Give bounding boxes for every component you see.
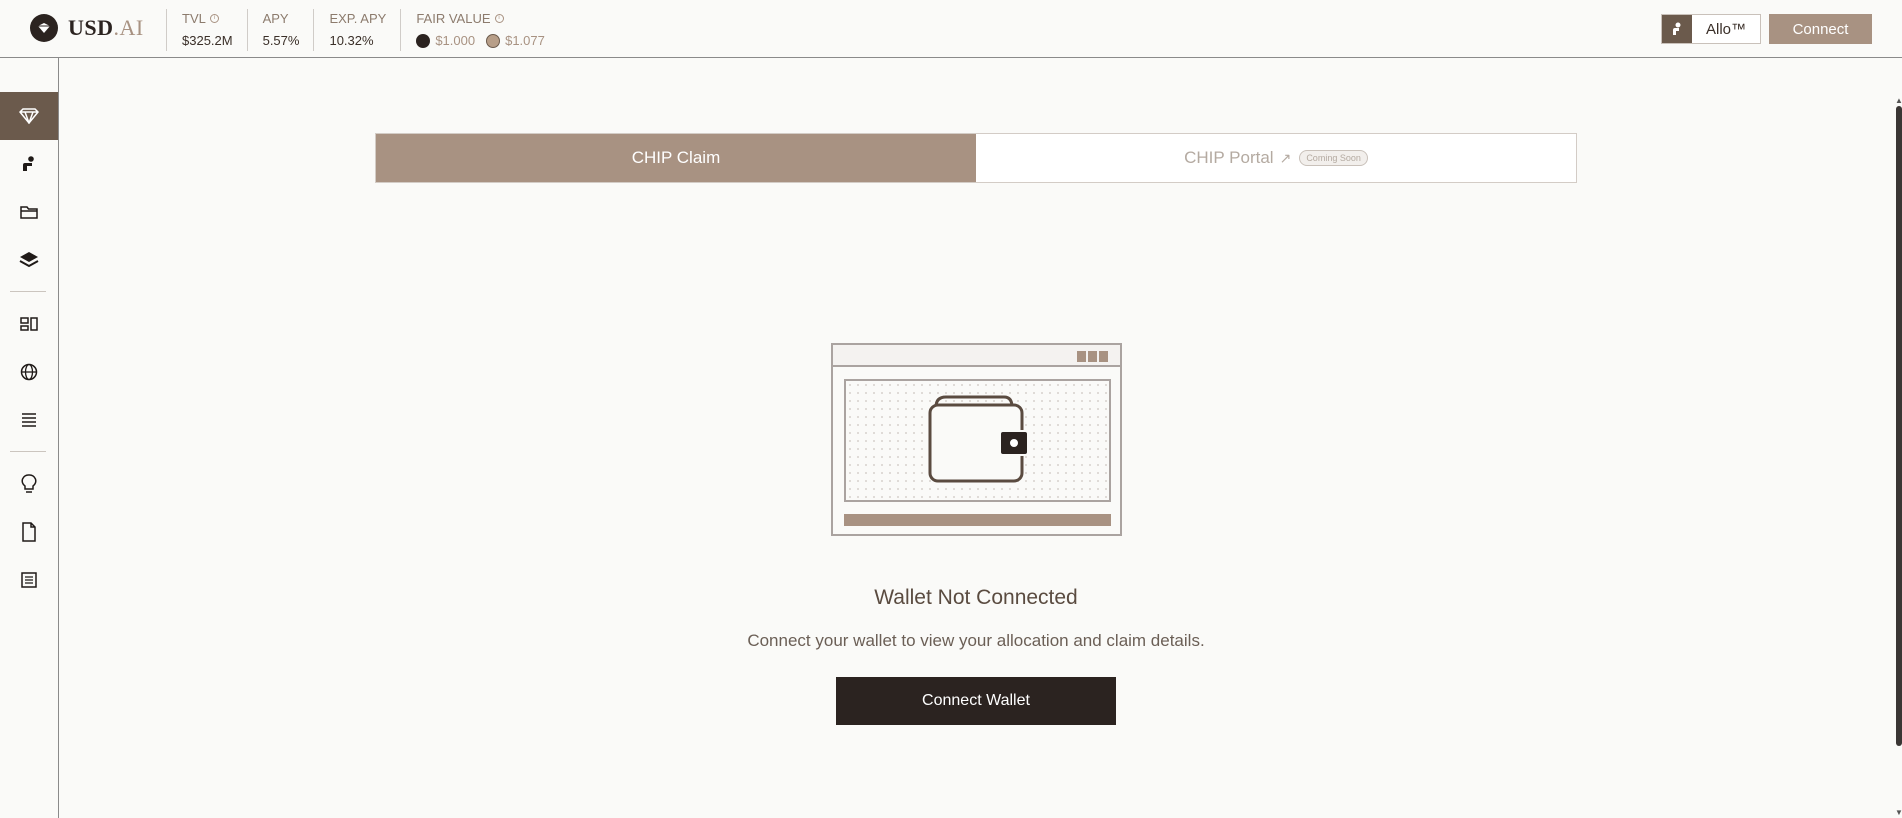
connect-wallet-button[interactable]: Connect Wallet (836, 677, 1116, 725)
stat-value: $325.2M (182, 33, 233, 48)
tab-bar: CHIP Claim CHIP Portal ↗ Coming Soon (375, 133, 1577, 183)
sidebar-item-globe[interactable] (0, 348, 58, 396)
scroll-up-arrow[interactable]: ▲ (1895, 96, 1902, 105)
layers-icon (19, 252, 39, 268)
scroll-down-arrow[interactable]: ▼ (1895, 808, 1902, 817)
wallet-icon (928, 395, 1029, 483)
stat-tvl: TVL i $325.2M (166, 9, 247, 51)
info-icon[interactable]: i (494, 13, 504, 23)
sidebar-item-layers[interactable] (0, 236, 58, 284)
sidebar-divider (10, 451, 46, 452)
empty-state-subtitle: Connect your wallet to view your allocat… (747, 631, 1205, 650)
globe-icon (20, 363, 38, 381)
seated-person-icon (1662, 15, 1692, 43)
diamond-icon (19, 108, 39, 124)
stat-apy: APY 5.57% (246, 9, 314, 51)
susdai-coin-icon (486, 33, 501, 48)
seated-person-icon (23, 156, 34, 171)
logo-text: USD.AI (68, 15, 144, 40)
illustration-footer-bar (844, 514, 1111, 526)
stat-value: 10.32% (329, 33, 374, 48)
tab-label: CHIP Portal (1184, 148, 1274, 167)
fair-value-susdai: $1.077 (505, 33, 545, 48)
window-titlebar (833, 345, 1120, 367)
stat-exp-apy: EXP. APY 10.32% (313, 9, 400, 51)
sidebar-item-seat[interactable] (0, 140, 58, 188)
info-icon[interactable]: i (209, 13, 219, 23)
sidebar (0, 58, 59, 818)
list-icon (22, 413, 36, 427)
external-link-icon: ↗ (1279, 149, 1292, 166)
tab-label: CHIP Claim (631, 148, 721, 167)
stat-label: TVL (182, 10, 206, 26)
tab-chip-portal[interactable]: CHIP Portal ↗ Coming Soon (976, 134, 1576, 182)
folder-icon (20, 206, 38, 219)
lightbulb-icon (21, 474, 37, 493)
wallet-illustration (831, 343, 1122, 536)
document-icon (22, 522, 36, 542)
sidebar-item-list[interactable] (0, 396, 58, 444)
usdai-coin-icon (416, 33, 431, 48)
empty-state-title: Wallet Not Connected (874, 586, 1078, 609)
stat-value: 5.57% (262, 33, 300, 48)
stats-strip: TVL i $325.2M APY 5.57% EXP. APY 10.32% F… (166, 9, 559, 51)
logo-mark-icon (30, 14, 58, 42)
sidebar-item-folder[interactable] (0, 188, 58, 236)
tab-chip-claim[interactable]: CHIP Claim (376, 134, 976, 182)
window-controls-icon (1077, 351, 1108, 362)
stat-label: APY (262, 10, 289, 26)
sidebar-item-document[interactable] (0, 508, 58, 556)
dashboard-icon (20, 317, 38, 331)
coming-soon-badge: Coming Soon (1299, 150, 1368, 166)
top-bar: USD.AI TVL i $325.2M APY 5.57% EXP. APY 1… (0, 0, 1902, 58)
logo[interactable]: USD.AI (30, 14, 144, 42)
fair-value-usdai: $1.000 (435, 33, 476, 48)
connect-button[interactable]: Connect (1769, 14, 1872, 44)
sidebar-item-dashboard[interactable] (0, 300, 58, 348)
stat-fair-value: FAIR VALUE i $1.000 $1.077 (400, 9, 559, 51)
sidebar-divider (10, 291, 46, 292)
stat-label: EXP. APY (329, 10, 387, 26)
sidebar-item-diamond[interactable] (0, 92, 58, 140)
illustration-canvas (844, 379, 1111, 502)
allo-button[interactable]: Allo™ (1661, 14, 1761, 44)
stat-label: FAIR VALUE (416, 10, 491, 26)
sidebar-item-lightbulb[interactable] (0, 460, 58, 508)
allo-label: Allo™ (1705, 20, 1746, 38)
